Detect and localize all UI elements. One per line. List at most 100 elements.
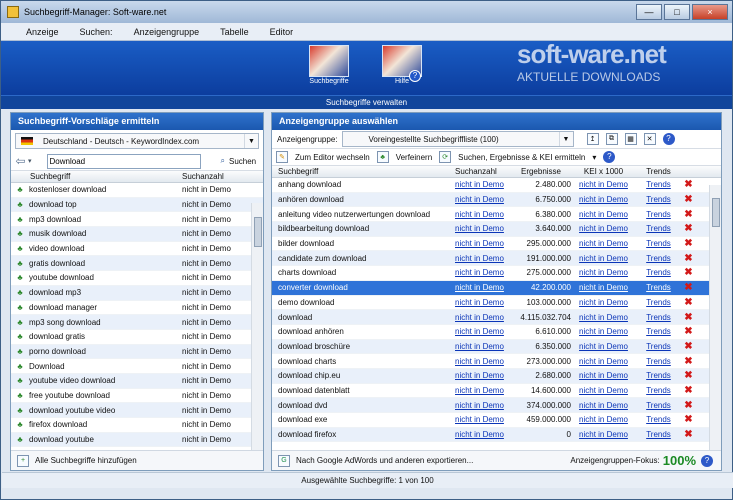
title-bar[interactable]: Suchbegriff-Manager: Soft-ware.net — □ × — [1, 1, 732, 23]
refine-button[interactable]: Verfeinern — [396, 153, 432, 162]
delete-icon[interactable]: ✖ — [681, 400, 696, 411]
row-search-count-link[interactable]: nicht in Demo — [455, 254, 511, 263]
menu-tabelle[interactable]: Tabelle — [220, 27, 249, 37]
table-row[interactable]: anhören download nicht in Demo 6.750.000 ni… — [272, 192, 721, 208]
table-row[interactable]: demo download nicht in Demo 103.000.000 nic… — [272, 296, 721, 311]
table-row[interactable]: ♣ youtube video download nicht in Demo — [11, 373, 263, 389]
row-trends-link[interactable]: Trends — [636, 415, 681, 424]
table-row[interactable]: ♣ download youtube nicht in Demo — [11, 432, 263, 448]
left-column-suchbegriff[interactable]: Suchbegriff — [11, 172, 182, 181]
copy-icon[interactable]: ⧉ — [605, 133, 618, 145]
row-search-count-link[interactable]: nicht in Demo — [455, 313, 511, 322]
row-search-count-link[interactable]: nicht in Demo — [455, 357, 511, 366]
delete-icon[interactable]: ✖ — [681, 370, 696, 381]
row-search-count-link[interactable]: nicht in Demo — [455, 386, 511, 395]
table-row[interactable]: download nicht in Demo 4.115.032.704 nicht … — [272, 310, 721, 325]
menu-suchen[interactable]: Suchen: — [80, 27, 113, 37]
delete-icon[interactable]: ✖ — [681, 312, 696, 323]
table-row[interactable]: ♣ download manager nicht in Demo — [11, 301, 263, 316]
toolbar-help-icon[interactable]: ? — [603, 151, 616, 163]
table-row[interactable]: download anhören nicht in Demo 6.610.000 ni… — [272, 325, 721, 340]
right-scroll-thumb[interactable] — [712, 198, 720, 227]
row-trends-link[interactable]: Trends — [636, 386, 681, 395]
table-row[interactable]: candidate zum download nicht in Demo 191.0… — [272, 251, 721, 267]
row-kei-link[interactable]: nicht in Demo — [571, 254, 636, 263]
hilfe-button[interactable]: ? Hilfe — [378, 45, 426, 85]
table-row[interactable]: ♣ download youtube video nicht in Demo — [11, 403, 263, 418]
row-trends-link[interactable]: Trends — [636, 357, 681, 366]
delete-icon[interactable]: ✖ — [681, 356, 696, 367]
table-row[interactable]: ♣ Download nicht in Demo — [11, 359, 263, 374]
row-kei-link[interactable]: nicht in Demo — [571, 386, 636, 395]
row-kei-link[interactable]: nicht in Demo — [571, 401, 636, 410]
row-kei-link[interactable]: nicht in Demo — [571, 195, 636, 204]
menu-editor[interactable]: Editor — [270, 27, 294, 37]
delete-icon[interactable]: ✖ — [681, 326, 696, 337]
editor-button[interactable]: Zum Editor wechseln — [295, 153, 370, 162]
table-row[interactable]: bilder download nicht in Demo 295.000.000 n… — [272, 237, 721, 252]
delete-icon[interactable]: ✖ — [681, 385, 696, 396]
row-search-count-link[interactable]: nicht in Demo — [455, 342, 511, 351]
row-search-count-link[interactable]: nicht in Demo — [455, 430, 511, 439]
table-row[interactable]: download firefox nicht in Demo 0 nicht in D… — [272, 427, 721, 443]
table-row[interactable]: ♣ kostenloser download nicht in Demo — [11, 183, 263, 198]
delete-icon[interactable]: ✖ — [681, 429, 696, 440]
back-arrow-icon[interactable]: ⇦ — [13, 154, 28, 168]
right-column-kei[interactable]: KEI x 1000 — [571, 167, 636, 176]
row-trends-link[interactable]: Trends — [636, 224, 681, 233]
table-row[interactable]: ♣ youtube download nicht in Demo — [11, 271, 263, 286]
delete-icon[interactable]: ✖ — [681, 179, 696, 190]
table-row[interactable]: ♣ mp3 download nicht in Demo — [11, 212, 263, 228]
add-all-button[interactable]: Alle Suchbegriffe hinzufügen — [35, 456, 137, 465]
export-button[interactable]: Nach Google AdWords und anderen exportie… — [296, 456, 473, 465]
delete-icon[interactable]: ✖ — [681, 209, 696, 220]
right-scrollbar[interactable] — [709, 185, 721, 450]
search-dropdown-icon[interactable]: ▾ — [592, 153, 596, 162]
row-trends-link[interactable]: Trends — [636, 342, 681, 351]
search-results-button[interactable]: Suchen, Ergebnisse & KEI ermitteln — [458, 153, 585, 162]
table-row[interactable]: ♣ musik download nicht in Demo — [11, 227, 263, 242]
row-trends-link[interactable]: Trends — [636, 283, 681, 292]
row-search-count-link[interactable]: nicht in Demo — [455, 298, 511, 307]
delete-icon[interactable]: ✖ — [681, 282, 696, 293]
row-kei-link[interactable]: nicht in Demo — [571, 298, 636, 307]
row-kei-link[interactable]: nicht in Demo — [571, 430, 636, 439]
row-trends-link[interactable]: Trends — [636, 430, 681, 439]
row-search-count-link[interactable]: nicht in Demo — [455, 371, 511, 380]
row-kei-link[interactable]: nicht in Demo — [571, 224, 636, 233]
table-row[interactable]: download charts nicht in Demo 273.000.000 n… — [272, 354, 721, 369]
group-dropdown[interactable]: Voreingestellte Suchbegriffliste (100) ▼ — [341, 131, 574, 147]
row-trends-link[interactable]: Trends — [636, 239, 681, 248]
table-row[interactable]: bildbearbeitung download nicht in Demo 3.6… — [272, 222, 721, 237]
row-trends-link[interactable]: Trends — [636, 254, 681, 263]
row-trends-link[interactable]: Trends — [636, 401, 681, 410]
menu-anzeigengruppe[interactable]: Anzeigengruppe — [134, 27, 200, 37]
row-trends-link[interactable]: Trends — [636, 298, 681, 307]
row-kei-link[interactable]: nicht in Demo — [571, 357, 636, 366]
row-kei-link[interactable]: nicht in Demo — [571, 415, 636, 424]
row-kei-link[interactable]: nicht in Demo — [571, 342, 636, 351]
row-kei-link[interactable]: nicht in Demo — [571, 313, 636, 322]
row-kei-link[interactable]: nicht in Demo — [571, 327, 636, 336]
row-kei-link[interactable]: nicht in Demo — [571, 180, 636, 189]
table-row[interactable]: ♣ gratis download nicht in Demo — [11, 256, 263, 272]
row-trends-link[interactable]: Trends — [636, 371, 681, 380]
row-kei-link[interactable]: nicht in Demo — [571, 371, 636, 380]
row-kei-link[interactable]: nicht in Demo — [571, 239, 636, 248]
table-row[interactable]: download chip.eu nicht in Demo 2.680.000 ni… — [272, 368, 721, 384]
delete-icon[interactable]: ✖ — [681, 223, 696, 234]
row-search-count-link[interactable]: nicht in Demo — [455, 401, 511, 410]
row-kei-link[interactable]: nicht in Demo — [571, 283, 636, 292]
table-row[interactable]: ♣ firefox download nicht in Demo — [11, 418, 263, 433]
maximize-button[interactable]: □ — [664, 4, 690, 20]
table-row[interactable]: download dvd nicht in Demo 374.000.000 nich… — [272, 398, 721, 413]
table-icon[interactable]: ▦ — [624, 133, 637, 145]
row-trends-link[interactable]: Trends — [636, 180, 681, 189]
table-row[interactable]: ♣ download gratis nicht in Demo — [11, 330, 263, 345]
delete-icon[interactable]: ✖ — [681, 194, 696, 205]
row-kei-link[interactable]: nicht in Demo — [571, 268, 636, 277]
row-search-count-link[interactable]: nicht in Demo — [455, 415, 511, 424]
row-trends-link[interactable]: Trends — [636, 210, 681, 219]
table-row[interactable]: anleitung video nutzerwertungen download… — [272, 207, 721, 223]
row-trends-link[interactable]: Trends — [636, 195, 681, 204]
